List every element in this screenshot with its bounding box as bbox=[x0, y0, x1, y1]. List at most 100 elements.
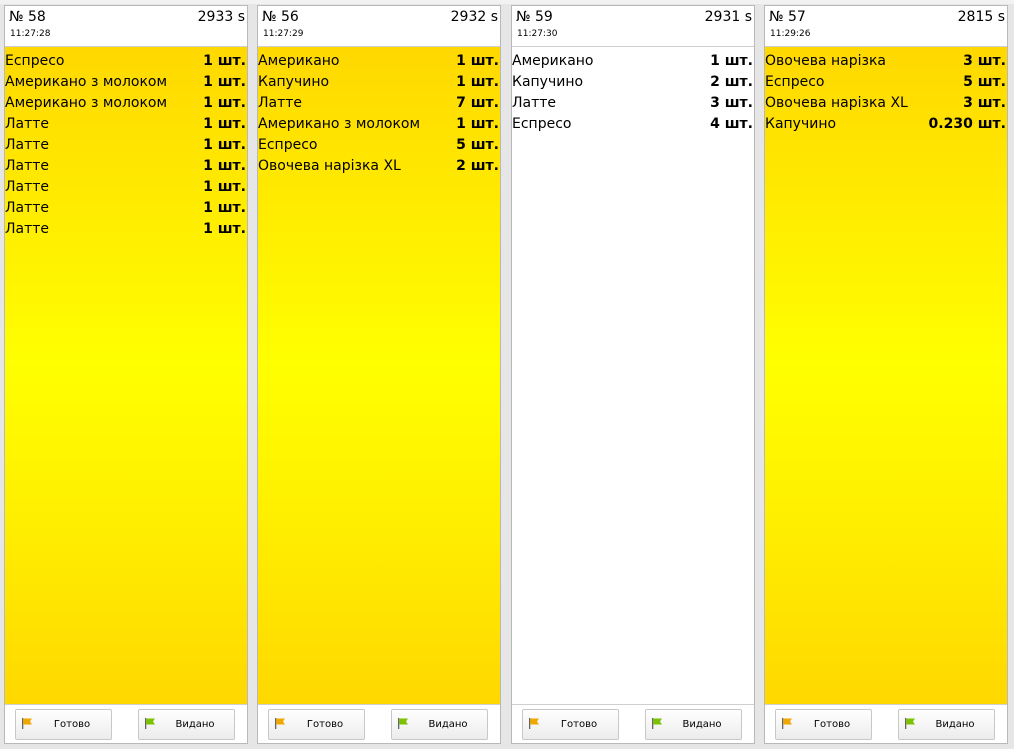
order-elapsed-seconds: 2931 s bbox=[704, 9, 752, 25]
item-quantity: 2 шт. bbox=[456, 157, 499, 174]
order-elapsed-seconds: 2815 s bbox=[957, 9, 1005, 25]
order-card[interactable]: № 58 11:27:28 2933 s Еспресо 1 шт. Американо … bbox=[4, 5, 248, 744]
order-item[interactable]: Латте 1 шт. bbox=[5, 176, 247, 197]
item-name: Латте bbox=[512, 94, 557, 111]
order-number: № 58 bbox=[9, 9, 46, 25]
item-name: Американо з молоком bbox=[258, 115, 421, 132]
orange-flag-icon bbox=[523, 717, 540, 732]
item-name: Американо з молоком bbox=[5, 94, 168, 111]
item-quantity: 3 шт. bbox=[710, 94, 753, 111]
order-item[interactable]: Американо з молоком 1 шт. bbox=[5, 71, 247, 92]
order-card[interactable]: № 59 11:27:30 2931 s Американо 1 шт. Капучино… bbox=[511, 5, 755, 744]
green-flag-icon bbox=[646, 717, 663, 732]
order-items-list: Овочева нарізка 3 шт. Еспресо 5 шт. Овочева … bbox=[765, 47, 1007, 705]
green-flag-icon bbox=[392, 717, 409, 732]
order-number: № 59 bbox=[516, 9, 553, 25]
item-name: Еспресо bbox=[5, 52, 65, 69]
order-item[interactable]: Еспресо 4 шт. bbox=[512, 113, 754, 134]
ready-button[interactable]: Готово bbox=[775, 709, 872, 740]
issued-button-label: Видано bbox=[682, 719, 722, 730]
order-time: 11:29:26 bbox=[770, 29, 811, 39]
item-quantity: 7 шт. bbox=[456, 94, 499, 111]
order-item[interactable]: Американо з молоком 1 шт. bbox=[258, 113, 500, 134]
issued-button-label: Видано bbox=[935, 719, 975, 730]
ready-button[interactable]: Готово bbox=[268, 709, 365, 740]
green-flag-icon bbox=[899, 717, 916, 732]
order-item[interactable]: Овочева нарізка XL 3 шт. bbox=[765, 92, 1007, 113]
order-item[interactable]: Американо 1 шт. bbox=[512, 50, 754, 71]
order-item[interactable]: Латте 1 шт. bbox=[5, 134, 247, 155]
order-item[interactable]: Американо 1 шт. bbox=[258, 50, 500, 71]
order-number: № 56 bbox=[262, 9, 299, 25]
item-quantity: 3 шт. bbox=[963, 52, 1006, 69]
issued-button[interactable]: Видано bbox=[391, 709, 488, 740]
order-item[interactable]: Латте 3 шт. bbox=[512, 92, 754, 113]
item-name: Овочева нарізка XL bbox=[765, 94, 908, 111]
ready-button-label: Готово bbox=[813, 719, 851, 730]
item-quantity: 4 шт. bbox=[710, 115, 753, 132]
issued-button[interactable]: Видано bbox=[645, 709, 742, 740]
order-item[interactable]: Латте 7 шт. bbox=[258, 92, 500, 113]
order-card[interactable]: № 56 11:27:29 2932 s Американо 1 шт. Капучино… bbox=[257, 5, 501, 744]
order-item[interactable]: Капучино 2 шт. bbox=[512, 71, 754, 92]
order-item[interactable]: Овочева нарізка XL 2 шт. bbox=[258, 155, 500, 176]
item-quantity: 3 шт. bbox=[963, 94, 1006, 111]
order-actions: Готово Видано bbox=[5, 705, 247, 743]
item-quantity: 1 шт. bbox=[203, 199, 246, 216]
item-quantity: 1 шт. bbox=[203, 157, 246, 174]
order-time: 11:27:28 bbox=[10, 29, 51, 39]
orange-flag-icon bbox=[269, 717, 286, 732]
order-item[interactable]: Еспресо 1 шт. bbox=[5, 50, 247, 71]
item-quantity: 1 шт. bbox=[456, 73, 499, 90]
item-quantity: 1 шт. bbox=[456, 115, 499, 132]
order-item[interactable]: Еспресо 5 шт. bbox=[765, 71, 1007, 92]
order-elapsed-seconds: 2933 s bbox=[197, 9, 245, 25]
item-name: Латте bbox=[5, 136, 50, 153]
order-time: 11:27:30 bbox=[517, 29, 558, 39]
order-item[interactable]: Капучино 0.230 шт. bbox=[765, 113, 1007, 134]
order-header: № 57 11:29:26 2815 s bbox=[765, 6, 1007, 47]
order-item[interactable]: Американо з молоком 1 шт. bbox=[5, 92, 247, 113]
item-name: Овочева нарізка bbox=[765, 52, 886, 69]
order-item[interactable]: Латте 1 шт. bbox=[5, 113, 247, 134]
issued-button[interactable]: Видано bbox=[898, 709, 995, 740]
order-item[interactable]: Еспресо 5 шт. bbox=[258, 134, 500, 155]
order-actions: Готово Видано bbox=[512, 705, 754, 743]
item-name: Американо bbox=[258, 52, 340, 69]
green-flag-icon bbox=[139, 717, 156, 732]
order-items-list: Американо 1 шт. Капучино 1 шт. Латте 7 шт. Аме… bbox=[258, 47, 500, 705]
order-items-list: Американо 1 шт. Капучино 2 шт. Латте 3 шт. Есп… bbox=[512, 47, 754, 705]
item-name: Латте bbox=[5, 220, 50, 237]
order-item[interactable]: Латте 1 шт. bbox=[5, 218, 247, 239]
order-item[interactable]: Овочева нарізка 3 шт. bbox=[765, 50, 1007, 71]
order-card[interactable]: № 57 11:29:26 2815 s Овочева нарізка 3 шт. Ес… bbox=[764, 5, 1008, 744]
item-quantity: 1 шт. bbox=[710, 52, 753, 69]
order-header: № 59 11:27:30 2931 s bbox=[512, 6, 754, 47]
item-quantity: 1 шт. bbox=[203, 52, 246, 69]
item-quantity: 0.230 шт. bbox=[928, 115, 1006, 132]
issued-button-label: Видано bbox=[428, 719, 468, 730]
orange-flag-icon bbox=[776, 717, 793, 732]
order-header: № 58 11:27:28 2933 s bbox=[5, 6, 247, 47]
item-quantity: 1 шт. bbox=[203, 136, 246, 153]
order-item[interactable]: Латте 1 шт. bbox=[5, 197, 247, 218]
item-name: Еспресо bbox=[765, 73, 825, 90]
orange-flag-icon bbox=[16, 717, 33, 732]
issued-button[interactable]: Видано bbox=[138, 709, 235, 740]
item-name: Латте bbox=[5, 199, 50, 216]
order-item[interactable]: Латте 1 шт. bbox=[5, 155, 247, 176]
item-quantity: 1 шт. bbox=[203, 178, 246, 195]
item-name: Капучино bbox=[765, 115, 837, 132]
ready-button-label: Готово bbox=[53, 719, 91, 730]
item-name: Еспресо bbox=[258, 136, 318, 153]
ready-button-label: Готово bbox=[306, 719, 344, 730]
item-name: Латте bbox=[5, 178, 50, 195]
ready-button[interactable]: Готово bbox=[522, 709, 619, 740]
order-elapsed-seconds: 2932 s bbox=[450, 9, 498, 25]
item-name: Капучино bbox=[258, 73, 330, 90]
order-item[interactable]: Капучино 1 шт. bbox=[258, 71, 500, 92]
ready-button-label: Готово bbox=[560, 719, 598, 730]
ready-button[interactable]: Готово bbox=[15, 709, 112, 740]
order-actions: Готово Видано bbox=[258, 705, 500, 743]
item-quantity: 1 шт. bbox=[203, 73, 246, 90]
